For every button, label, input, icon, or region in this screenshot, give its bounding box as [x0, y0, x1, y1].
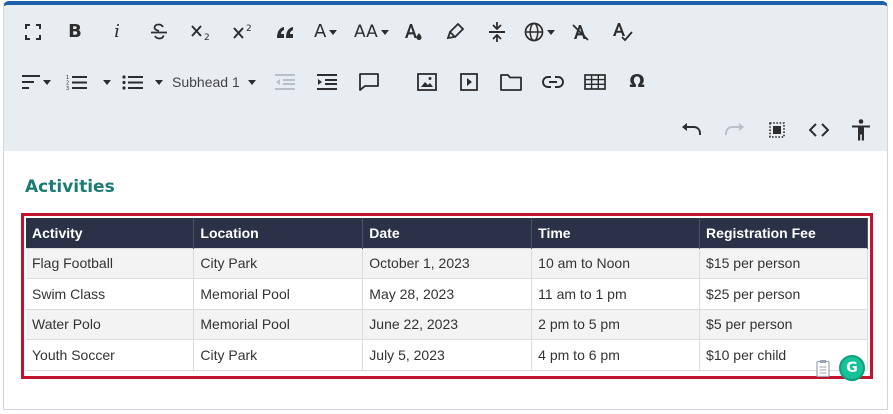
table-header-row: Activity Location Date Time Registration…	[26, 218, 868, 248]
redo-icon[interactable]	[720, 115, 750, 145]
link-icon[interactable]	[538, 67, 568, 97]
table-header-cell[interactable]: Time	[531, 218, 701, 248]
clipboard-icon[interactable]	[816, 359, 830, 377]
fullscreen-icon[interactable]	[18, 17, 48, 47]
table-cell[interactable]: Water Polo	[26, 308, 195, 340]
activities-table[interactable]: Activity Location Date Time Registration…	[26, 218, 868, 371]
table-cell[interactable]: City Park	[193, 247, 364, 279]
table-cell[interactable]: Memorial Pool	[193, 308, 364, 340]
content-heading: Activities	[25, 177, 115, 197]
chevron-down-icon	[43, 79, 51, 85]
comment-icon[interactable]	[354, 67, 384, 97]
spellcheck-icon[interactable]	[608, 17, 638, 47]
editor-toolbar: B i 2 2 A AA 1 2 3 Subhead 1 Ω	[4, 5, 887, 151]
accessibility-icon[interactable]	[846, 115, 876, 145]
table-cell[interactable]: Swim Class	[26, 278, 195, 310]
table-cell[interactable]: 11 am to 1 pm	[531, 278, 701, 310]
table-cell[interactable]: 10 am to Noon	[531, 247, 701, 279]
grammarly-glyph: G	[846, 360, 858, 376]
font-size-dropdown[interactable]: AA	[350, 17, 398, 47]
table-header-cell[interactable]: Activity	[26, 218, 195, 248]
special-character-icon[interactable]: Ω	[622, 67, 652, 97]
omega-glyph: Ω	[629, 71, 645, 92]
table-row: Swim Class Memorial Pool May 28, 2023 11…	[26, 278, 868, 310]
table-header-cell[interactable]: Registration Fee	[699, 218, 868, 248]
clear-format-icon[interactable]	[566, 17, 596, 47]
table-cell[interactable]: City Park	[193, 339, 364, 371]
quote-icon[interactable]	[270, 17, 300, 47]
undo-icon[interactable]	[676, 115, 706, 145]
table-cell[interactable]: May 28, 2023	[362, 278, 533, 310]
svg-text:2: 2	[246, 24, 252, 34]
table-cell[interactable]: 4 pm to 6 pm	[531, 339, 701, 371]
table-header-cell[interactable]: Date	[362, 218, 533, 248]
font-family-dropdown[interactable]: A	[310, 17, 354, 47]
superscript-icon[interactable]: 2	[228, 17, 258, 47]
grammarly-icon[interactable]: G	[839, 355, 865, 381]
outdent-icon[interactable]	[270, 67, 300, 97]
chevron-down-icon	[547, 29, 555, 35]
editor-content[interactable]: Activities Activity Location Date Time R…	[4, 151, 887, 409]
table-cell[interactable]: 2 pm to 5 pm	[531, 308, 701, 340]
unordered-list-icon	[122, 75, 143, 90]
paragraph-format-label: Subhead 1	[172, 74, 240, 90]
italic-glyph: i	[114, 21, 120, 42]
line-height-icon[interactable]	[482, 17, 512, 47]
table-cell[interactable]: $5 per person	[699, 308, 868, 340]
highlighter-icon[interactable]	[440, 17, 470, 47]
chevron-down-icon	[247, 79, 256, 85]
table-icon[interactable]	[580, 67, 610, 97]
subscript-icon[interactable]: 2	[186, 17, 216, 47]
chevron-down-icon	[329, 29, 338, 35]
rich-text-editor: B i 2 2 A AA 1 2 3 Subhead 1 Ω Activitie…	[3, 1, 888, 410]
table-cell[interactable]: $25 per person	[699, 278, 868, 310]
table-cell[interactable]: October 1, 2023	[362, 247, 533, 279]
paragraph-format-dropdown[interactable]: Subhead 1	[172, 69, 256, 95]
align-dropdown[interactable]	[18, 67, 62, 97]
chevron-down-icon[interactable]	[103, 80, 111, 85]
language-dropdown[interactable]	[520, 17, 564, 47]
chevron-down-icon	[380, 29, 389, 35]
chevron-down-icon[interactable]	[155, 80, 163, 85]
font-family-glyph: A	[314, 21, 327, 42]
strikethrough-icon[interactable]	[144, 17, 174, 47]
table-cell[interactable]: July 5, 2023	[362, 339, 533, 371]
table-cell[interactable]: $15 per person	[699, 247, 868, 279]
ordered-list-icon: 123	[66, 75, 87, 90]
table-cell[interactable]: Youth Soccer	[26, 339, 195, 371]
table-row: Water Polo Memorial Pool June 22, 2023 2…	[26, 308, 868, 340]
svg-text:3: 3	[66, 86, 69, 90]
ordered-list-dropdown[interactable]: 123	[62, 67, 106, 97]
table-row: Flag Football City Park October 1, 2023 …	[26, 247, 868, 279]
select-all-icon[interactable]	[762, 115, 792, 145]
code-view-icon[interactable]	[804, 115, 834, 145]
align-left-icon	[22, 75, 40, 89]
font-size-glyph: AA	[354, 21, 378, 42]
table-cell[interactable]: June 22, 2023	[362, 308, 533, 340]
folder-icon[interactable]	[496, 67, 526, 97]
indent-icon[interactable]	[312, 67, 342, 97]
globe-icon	[524, 22, 544, 42]
text-color-icon[interactable]	[398, 17, 428, 47]
video-icon[interactable]	[454, 67, 484, 97]
bold-glyph: B	[68, 21, 82, 42]
table-header-cell[interactable]: Location	[193, 218, 364, 248]
table-cell[interactable]: Flag Football	[26, 247, 195, 279]
italic-icon[interactable]: i	[102, 17, 132, 47]
table-cell[interactable]: Memorial Pool	[193, 278, 364, 310]
bold-icon[interactable]: B	[60, 17, 90, 47]
image-icon[interactable]	[412, 67, 442, 97]
svg-text:2: 2	[204, 33, 210, 41]
table-row: Youth Soccer City Park July 5, 2023 4 pm…	[26, 339, 868, 371]
table-selection-frame: Activity Location Date Time Registration…	[21, 213, 873, 379]
